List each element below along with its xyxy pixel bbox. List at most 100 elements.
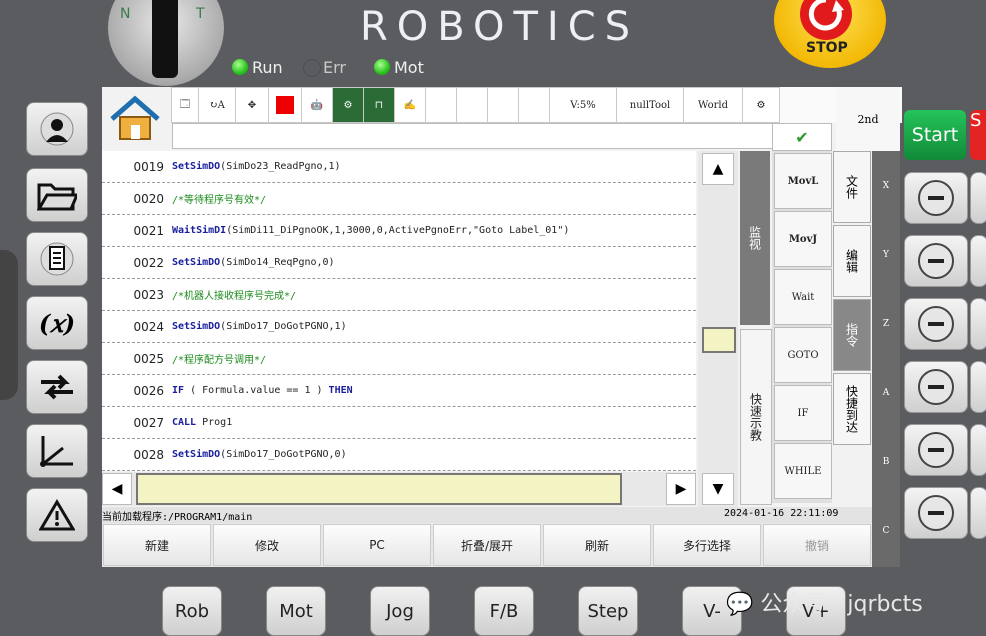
coordinate-button[interactable] bbox=[26, 424, 88, 478]
code-line[interactable]: 0026 IF ( Formula.value == 1 ) THEN bbox=[102, 375, 696, 407]
vscroll-thumb[interactable] bbox=[702, 327, 736, 353]
code-line[interactable]: 0022 SetSimDO(SimDo14_ReqPgno,0) bbox=[102, 247, 696, 279]
hw-key[interactable]: Step bbox=[578, 586, 638, 636]
b-minus-button[interactable] bbox=[904, 424, 968, 476]
action-button[interactable]: 新建 bbox=[103, 524, 211, 566]
instruction-while-button[interactable]: WHILE bbox=[774, 443, 832, 499]
code-line[interactable]: 0020 /*等待程序号有效*/ bbox=[102, 183, 696, 215]
hw-key[interactable]: Mot bbox=[266, 586, 326, 636]
instruction-movl-button[interactable]: MovL bbox=[774, 153, 832, 209]
z-minus-button[interactable] bbox=[904, 298, 968, 350]
tb-empty-3[interactable] bbox=[487, 87, 519, 123]
velocity-indicator[interactable]: V:5% bbox=[549, 87, 617, 123]
instruction-if-button[interactable]: IF bbox=[774, 385, 832, 441]
action-button[interactable]: 折叠/展开 bbox=[433, 524, 541, 566]
instruction-wait-button[interactable]: Wait bbox=[774, 269, 832, 325]
code-text: /*程序配方号调用*/ bbox=[172, 351, 266, 366]
mode-a-label: A bbox=[217, 99, 225, 111]
menu-tab-label: 文件 bbox=[844, 175, 859, 199]
action-button[interactable]: 撤销 bbox=[763, 524, 871, 566]
code-line[interactable]: 0024 SetSimDO(SimDo17_DoGotPGNO,1) bbox=[102, 311, 696, 343]
tb-hand-button[interactable]: ✍ bbox=[394, 87, 426, 123]
z-plus-button[interactable] bbox=[970, 298, 986, 350]
minus-icon bbox=[918, 306, 954, 342]
a-plus-button[interactable] bbox=[970, 361, 986, 413]
folder-button[interactable] bbox=[26, 168, 88, 222]
home-button[interactable] bbox=[104, 89, 170, 149]
instruction-goto-button[interactable]: GOTO bbox=[774, 327, 832, 383]
vertical-scrollbar[interactable]: ▲ ▼ bbox=[698, 151, 738, 507]
x-minus-button[interactable] bbox=[904, 172, 968, 224]
horizontal-scrollbar[interactable]: ◀ ▶ bbox=[102, 472, 696, 506]
tb-robot-button[interactable]: ⚙ bbox=[332, 87, 364, 123]
robot-tool-icon: 🤖 bbox=[310, 99, 324, 111]
menu-tab[interactable]: 文件 bbox=[833, 151, 871, 223]
menu-tab[interactable]: 指令 bbox=[833, 299, 871, 371]
tb-empty-4[interactable] bbox=[518, 87, 550, 123]
tb-empty-1[interactable] bbox=[425, 87, 457, 123]
axis-label: Z bbox=[882, 318, 890, 329]
stop-partial-button[interactable]: S bbox=[970, 110, 986, 160]
code-line[interactable]: 0021 WaitSimDI(SimDi11_DiPgnoOK,1,3000,0,… bbox=[102, 215, 696, 247]
c-plus-button[interactable] bbox=[970, 487, 986, 539]
tb-gripper-button[interactable]: ⊓ bbox=[363, 87, 395, 123]
tb-mode-a-button[interactable]: ↻ A bbox=[198, 87, 236, 123]
user-button[interactable] bbox=[26, 102, 88, 156]
frame-indicator[interactable]: World bbox=[683, 87, 743, 123]
hw-key[interactable]: F/B bbox=[474, 586, 534, 636]
action-button[interactable]: 刷新 bbox=[543, 524, 651, 566]
scroll-up-icon[interactable]: ▲ bbox=[702, 153, 734, 185]
user-icon bbox=[40, 112, 74, 146]
tb-window-button[interactable]: 🗔 bbox=[171, 87, 199, 123]
run-led-label: Run bbox=[252, 58, 283, 77]
menu-tab[interactable]: 快捷到达 bbox=[833, 373, 871, 445]
arrows-icon: ✥ bbox=[247, 99, 257, 111]
code-line[interactable]: 0019 SetSimDO(SimDo23_ReadPgno,1) bbox=[102, 151, 696, 183]
second-function-button[interactable]: 2nd bbox=[836, 87, 900, 151]
document-button[interactable] bbox=[26, 232, 88, 286]
b-plus-button[interactable] bbox=[970, 424, 986, 476]
tb-tool-button[interactable]: 🤖 bbox=[301, 87, 333, 123]
start-button[interactable]: Start bbox=[904, 110, 966, 160]
action-button[interactable]: 多行选择 bbox=[653, 524, 761, 566]
variable-button[interactable]: (𝑥) bbox=[26, 296, 88, 350]
c-minus-button[interactable] bbox=[904, 487, 968, 539]
y-minus-button[interactable] bbox=[904, 235, 968, 287]
code-text: IF ( Formula.value == 1 ) THEN bbox=[172, 385, 353, 396]
code-line[interactable]: 0023 /*机器人接收程序号完成*/ bbox=[102, 279, 696, 311]
action-button[interactable]: PC bbox=[323, 524, 431, 566]
code-line[interactable]: 0028 SetSimDO(SimDo17_DoGotPGNO,0) bbox=[102, 439, 696, 471]
tb-empty-2[interactable] bbox=[456, 87, 488, 123]
menu-tab[interactable]: 编辑 bbox=[833, 225, 871, 297]
scroll-thumb[interactable] bbox=[135, 473, 623, 505]
tb-stop-button[interactable] bbox=[268, 87, 302, 123]
hw-key[interactable]: Rob bbox=[162, 586, 222, 636]
scroll-right-icon[interactable]: ▶ bbox=[666, 473, 696, 505]
y-plus-button[interactable] bbox=[970, 235, 986, 287]
scroll-left-icon[interactable]: ◀ bbox=[102, 473, 132, 505]
program-editor[interactable]: 0019 SetSimDO(SimDo23_ReadPgno,1) 0020/*等待… bbox=[102, 151, 696, 471]
tool-indicator[interactable]: nullTool bbox=[616, 87, 684, 123]
axis-labels: X Y Z A B C bbox=[872, 151, 900, 567]
command-line-input[interactable] bbox=[172, 123, 774, 149]
a-minus-button[interactable] bbox=[904, 361, 968, 413]
hw-key[interactable]: Jog bbox=[370, 586, 430, 636]
scroll-down-icon[interactable]: ▼ bbox=[702, 473, 734, 505]
axis-label: X bbox=[882, 180, 890, 191]
alarm-button[interactable] bbox=[26, 488, 88, 542]
menu-tab-label: 指令 bbox=[844, 323, 859, 347]
io-button[interactable] bbox=[26, 360, 88, 414]
tb-jog-button[interactable]: ✥ bbox=[235, 87, 269, 123]
x-plus-button[interactable] bbox=[970, 172, 986, 224]
action-button[interactable]: 修改 bbox=[213, 524, 321, 566]
tb-settings-button[interactable]: ⚙ bbox=[742, 87, 780, 123]
monitor-tab[interactable]: 监视 bbox=[740, 151, 770, 325]
code-line[interactable]: 0025 /*程序配方号调用*/ bbox=[102, 343, 696, 375]
key-handle[interactable] bbox=[152, 0, 178, 78]
keyword: SetSimDO bbox=[172, 161, 221, 172]
code-text: /*等待程序号有效*/ bbox=[172, 191, 266, 206]
instruction-movj-button[interactable]: MovJ bbox=[774, 211, 832, 267]
quick-teach-tab[interactable]: 快速示教 bbox=[740, 329, 772, 505]
confirm-button[interactable]: ✔ bbox=[772, 123, 832, 151]
code-line[interactable]: 0027 CALL Prog1 bbox=[102, 407, 696, 439]
